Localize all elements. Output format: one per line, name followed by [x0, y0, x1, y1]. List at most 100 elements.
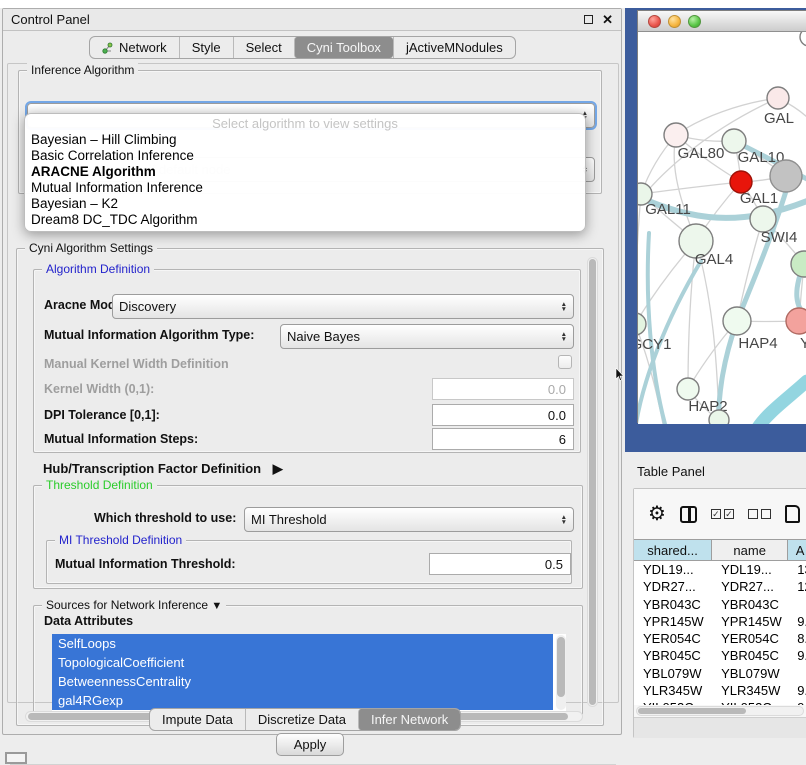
mac-zoom-icon[interactable]	[688, 15, 701, 28]
network-window-titlebar	[638, 11, 806, 32]
algorithm-option[interactable]: Bayesian – Hill Climbing	[25, 132, 585, 148]
network-node-gal-top[interactable]	[767, 87, 789, 109]
mi-threshold-field[interactable]: 0.5	[429, 553, 571, 575]
list-vertical-scrollbar[interactable]	[556, 635, 566, 710]
network-node-hap4[interactable]	[723, 307, 751, 335]
columns-icon[interactable]	[680, 506, 697, 523]
algorithm-definition-title: Algorithm Definition	[42, 262, 154, 276]
tab-impute-data[interactable]: Impute Data	[150, 709, 245, 730]
document-icon[interactable]	[785, 505, 800, 523]
tab-infer-network[interactable]: Infer Network	[358, 709, 460, 730]
gear-icon[interactable]: ⚙	[648, 504, 666, 524]
algorithm-dropdown-popup: Select algorithm to view settings Bayesi…	[24, 113, 586, 232]
table-row[interactable]: YLR345WYLR345W9.	[634, 682, 806, 699]
attribute-list-item[interactable]: SelfLoops	[52, 634, 553, 653]
network-icon	[102, 42, 114, 54]
combo-stepper-icon: ▲▼	[555, 515, 567, 525]
network-node-label: GAL	[764, 110, 794, 127]
table-cell: YER054C	[634, 630, 712, 647]
network-node-label: HAP4	[738, 335, 777, 352]
manual-kernel-width-checkbox[interactable]	[558, 355, 572, 369]
data-attributes-list[interactable]: SelfLoopsTopologicalCoefficientBetweenne…	[52, 634, 566, 711]
table-row[interactable]: YDL19...YDL19...13	[634, 561, 806, 578]
table-toolbar: ⚙ ✓ ✓	[634, 489, 806, 539]
network-node-gray-node[interactable]	[770, 160, 802, 192]
network-node-hap2[interactable]	[677, 378, 699, 400]
table-cell: YIL052C	[712, 699, 788, 705]
table-cell: 12	[788, 578, 806, 595]
aracne-mode-combobox[interactable]: Discovery ▲▼	[112, 294, 574, 319]
table-rows: YDL19...YDL19...13YDR27...YDR27...12YBR0…	[634, 561, 806, 705]
mac-minimize-icon[interactable]	[668, 15, 681, 28]
tab-cyni-toolbox[interactable]: Cyni Toolbox	[294, 37, 393, 58]
table-row[interactable]: YER054CYER054C8.	[634, 630, 806, 647]
dpi-tolerance-field[interactable]: 0.0	[432, 404, 574, 426]
network-node-gcy1[interactable]	[638, 313, 646, 335]
network-canvas[interactable]: GALGAL80GAL10GAL1GAL11SWI4GAL4GCY1HAP4YH…	[638, 32, 806, 424]
network-node-gal80[interactable]	[664, 123, 688, 147]
table-row[interactable]: YBR043CYBR043C	[634, 596, 806, 613]
table-cell: YBL079W	[634, 665, 712, 682]
table-column-header[interactable]: shared...	[634, 540, 712, 560]
scrollbar-thumb[interactable]	[638, 708, 746, 714]
tab-discretize-data[interactable]: Discretize Data	[245, 709, 358, 730]
table-row[interactable]: YDR27...YDR27...12	[634, 578, 806, 595]
algorithm-option[interactable]: Mutual Information Inference	[25, 180, 585, 196]
tab-style[interactable]: Style	[179, 37, 233, 58]
network-window[interactable]: GALGAL80GAL10GAL1GAL11SWI4GAL4GCY1HAP4YH…	[637, 10, 806, 423]
kernel-width-field[interactable]: 0.0	[432, 378, 574, 400]
attribute-list-item[interactable]: BetweennessCentrality	[52, 672, 553, 691]
table-cell: YER054C	[712, 630, 788, 647]
checked-columns-icon[interactable]: ✓ ✓	[711, 509, 734, 519]
network-node-salmon[interactable]	[786, 308, 806, 334]
tab-label: Network	[119, 40, 167, 55]
tab-select[interactable]: Select	[233, 37, 294, 58]
network-node-bottom-node[interactable]	[709, 410, 729, 424]
algorithm-option[interactable]: Basic Correlation Inference	[25, 148, 585, 164]
mi-algorithm-type-combobox[interactable]: Naive Bayes ▲▼	[280, 324, 574, 349]
table-row[interactable]: YIL052CYIL052C9	[634, 699, 806, 705]
combo-value: Discovery	[119, 299, 555, 314]
hub-definition-expander[interactable]: Hub/Transcription Factor Definition ▶	[43, 461, 283, 477]
kernel-width-label: Kernel Width (0,1):	[44, 382, 154, 396]
scrollbar-thumb[interactable]	[589, 259, 596, 705]
unchecked-columns-icon[interactable]	[748, 509, 771, 519]
unchecked-box-icon	[748, 509, 758, 519]
table-horizontal-scrollbar[interactable]	[636, 706, 804, 716]
right-arrow-icon[interactable]: ▶	[273, 461, 283, 476]
table-column-header[interactable]: name	[712, 540, 788, 560]
close-icon[interactable]: ✕	[602, 15, 613, 25]
table-cell: YPR145W	[634, 613, 712, 630]
mac-close-icon[interactable]	[648, 15, 661, 28]
combo-value: Naive Bayes	[287, 329, 555, 344]
algorithm-option[interactable]: Dream8 DC_TDC Algorithm	[25, 212, 585, 228]
table-panel-area: Table Panel ⚙ ✓ ✓ shared...nameA YDL19..…	[625, 452, 806, 762]
table-cell: YDR27...	[634, 578, 712, 595]
settings-vertical-scrollbar[interactable]	[587, 257, 598, 707]
apply-button[interactable]: Apply	[276, 733, 344, 756]
table-row[interactable]: YBL079WYBL079W	[634, 665, 806, 682]
network-node-top-partial[interactable]	[800, 32, 806, 46]
table-row[interactable]: YPR145WYPR145W9.	[634, 613, 806, 630]
table-cell: 13	[788, 561, 806, 578]
down-arrow-icon[interactable]: ▼	[211, 600, 222, 612]
threshold-definition-group: Threshold Definition Which threshold to …	[33, 485, 583, 589]
table-row[interactable]: YBR045CYBR045C9.	[634, 647, 806, 664]
table-cell: YBR045C	[712, 647, 788, 664]
tab-network[interactable]: Network	[90, 37, 179, 58]
algorithm-option[interactable]: ARACNE Algorithm	[25, 164, 585, 180]
attribute-list-item[interactable]: TopologicalCoefficient	[52, 653, 553, 672]
table-cell: YDL19...	[634, 561, 712, 578]
algorithm-option[interactable]: Bayesian – K2	[25, 196, 585, 212]
tab-jactivemnodules[interactable]: jActiveMNodules	[393, 37, 515, 58]
table-column-header[interactable]: A	[788, 540, 806, 560]
dock-handle[interactable]	[5, 752, 27, 764]
which-threshold-combobox[interactable]: MI Threshold ▲▼	[244, 507, 574, 532]
algorithm-definition-group: Algorithm Definition Aracne Mode: Discov…	[33, 269, 581, 453]
sources-group-title[interactable]: Sources for Network Inference ▼	[42, 598, 226, 612]
network-node-green-right[interactable]	[791, 251, 806, 277]
float-window-icon[interactable]	[584, 15, 593, 24]
mi-steps-field[interactable]: 6	[432, 428, 574, 450]
table-cell: 9.	[788, 682, 806, 699]
scrollbar-thumb[interactable]	[557, 637, 565, 697]
